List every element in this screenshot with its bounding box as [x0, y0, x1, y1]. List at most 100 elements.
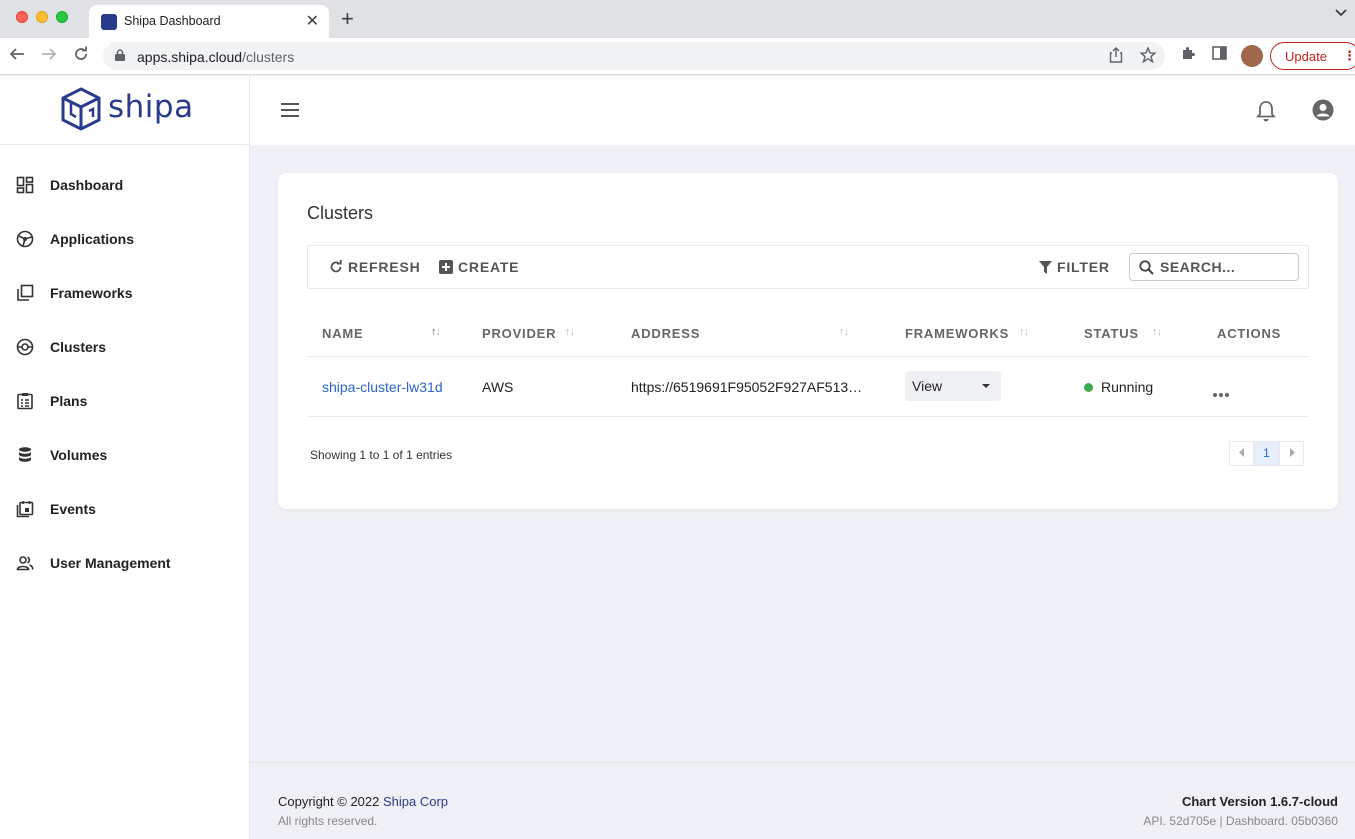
- sidebar-item-label: Events: [50, 501, 96, 517]
- cluster-address: https://6519691F95052F927AF513…: [631, 379, 863, 395]
- tab-list-chevron-icon[interactable]: [1335, 9, 1347, 17]
- chart-version: Chart Version 1.6.7-cloud: [1181, 794, 1338, 809]
- page-title: Clusters: [307, 203, 374, 223]
- forward-arrow-icon[interactable]: [41, 46, 57, 62]
- logo-area[interactable]: shipa: [0, 76, 249, 145]
- create-button[interactable]: CREATE: [439, 259, 519, 275]
- update-button[interactable]: Update ⋮: [1270, 42, 1355, 70]
- create-label: CREATE: [458, 259, 520, 275]
- lock-icon: [115, 49, 125, 61]
- events-icon: [16, 501, 34, 518]
- window-zoom-button[interactable]: [56, 11, 68, 23]
- caret-down-icon: [982, 384, 990, 388]
- add-box-icon: [439, 260, 453, 274]
- browser-toolbar: apps.shipa.cloud/clusters Update ⋮: [0, 38, 1355, 75]
- tab-close-icon[interactable]: ✕: [306, 11, 319, 31]
- refresh-label: REFRESH: [348, 259, 421, 275]
- sidebar-item-label: Clusters: [50, 339, 107, 355]
- profile-avatar[interactable]: [1241, 45, 1263, 67]
- sort-icon[interactable]: ↑↓: [1019, 326, 1029, 338]
- url-text: apps.shipa.cloud/clusters: [137, 49, 294, 65]
- app-header: [250, 76, 1355, 145]
- cluster-name-link[interactable]: shipa-cluster-lw31d: [322, 379, 443, 395]
- shipa-logo-icon: [61, 87, 101, 131]
- sort-icon[interactable]: ↑↓: [565, 326, 575, 338]
- filter-label: FILTER: [1057, 259, 1110, 275]
- search-input[interactable]: [1160, 259, 1290, 275]
- column-header-status[interactable]: STATUS: [1084, 326, 1139, 341]
- frameworks-view-select[interactable]: View: [905, 371, 1001, 401]
- table-header: NAME ↑↓ PROVIDER ↑↓ ADDRESS ↑↓ FRAMEWORK…: [307, 310, 1309, 357]
- table-toolbar: REFRESH CREATE FILTER: [307, 245, 1309, 289]
- back-arrow-icon[interactable]: [9, 46, 25, 62]
- plans-icon: [17, 393, 33, 410]
- search-field[interactable]: [1129, 253, 1299, 281]
- column-header-name[interactable]: NAME: [322, 326, 363, 341]
- sidebar-item-applications[interactable]: Applications: [0, 221, 249, 257]
- sidebar-item-volumes[interactable]: Volumes: [0, 437, 249, 473]
- url-host: apps.shipa.cloud: [137, 49, 243, 65]
- browser-tab[interactable]: Shipa Dashboard ✕: [89, 5, 329, 38]
- sidebar-item-label: Frameworks: [50, 285, 133, 301]
- status-badge: Running: [1101, 379, 1154, 395]
- frameworks-icon: [17, 284, 34, 301]
- reload-icon[interactable]: [73, 46, 89, 62]
- tab-title: Shipa Dashboard: [124, 14, 221, 28]
- window-close-button[interactable]: [16, 11, 28, 23]
- new-tab-button[interactable]: +: [341, 8, 354, 30]
- copyright-prefix: Copyright © 2022: [278, 794, 383, 809]
- shipa-favicon-icon: [101, 14, 117, 30]
- column-header-actions: ACTIONS: [1217, 326, 1282, 341]
- clusters-card: Clusters REFRESH CREATE FILTER NAME ↑↓ P…: [278, 173, 1338, 509]
- applications-icon: [16, 230, 34, 248]
- sidebar-item-label: Applications: [50, 231, 135, 247]
- column-header-address[interactable]: ADDRESS: [631, 326, 700, 341]
- window-minimize-button[interactable]: [36, 11, 48, 23]
- caret-left-icon: [1238, 448, 1244, 457]
- url-path: /clusters: [242, 49, 295, 65]
- clusters-table: NAME ↑↓ PROVIDER ↑↓ ADDRESS ↑↓ FRAMEWORK…: [307, 310, 1309, 417]
- notifications-bell-icon[interactable]: [1256, 100, 1276, 122]
- filter-icon: [1039, 261, 1052, 274]
- user-management-icon: [16, 556, 34, 571]
- sidebar-item-clusters[interactable]: Clusters: [0, 329, 249, 365]
- sidebar-item-dashboard[interactable]: Dashboard: [0, 167, 249, 203]
- volumes-icon: [19, 447, 31, 462]
- sidebar-item-events[interactable]: Events: [0, 491, 249, 527]
- sidebar-item-frameworks[interactable]: Frameworks: [0, 275, 249, 311]
- menu-hamburger-icon[interactable]: [281, 103, 299, 117]
- next-page-button[interactable]: [1279, 441, 1304, 466]
- company-link[interactable]: Shipa Corp: [383, 794, 448, 809]
- account-circle-icon[interactable]: [1312, 99, 1334, 121]
- sidebar-item-user-management[interactable]: User Management: [0, 545, 249, 581]
- refresh-button[interactable]: REFRESH: [329, 259, 421, 275]
- entries-info: Showing 1 to 1 of 1 entries: [310, 448, 453, 462]
- rights-text: All rights reserved.: [278, 814, 378, 828]
- sidebar-item-plans[interactable]: Plans: [0, 383, 249, 419]
- column-header-provider[interactable]: PROVIDER: [482, 326, 556, 341]
- bookmark-star-icon[interactable]: [1140, 47, 1156, 63]
- more-vert-icon: ⋮: [1343, 48, 1355, 63]
- clusters-icon: [16, 338, 34, 356]
- page-button[interactable]: 1: [1254, 441, 1279, 466]
- column-header-frameworks[interactable]: FRAMEWORKS: [905, 326, 1009, 341]
- side-panel-icon[interactable]: [1212, 46, 1227, 60]
- logo-text: shipa: [108, 89, 194, 125]
- copyright: Copyright © 2022 Shipa Corp: [278, 794, 448, 809]
- share-icon[interactable]: [1109, 47, 1123, 63]
- search-icon: [1139, 260, 1154, 275]
- frameworks-view-label: View: [912, 378, 943, 394]
- extensions-puzzle-icon[interactable]: [1181, 46, 1196, 61]
- sort-icon[interactable]: ↑↓: [431, 326, 441, 338]
- address-bar[interactable]: apps.shipa.cloud/clusters: [103, 42, 1165, 70]
- cluster-provider: AWS: [482, 379, 514, 395]
- sidebar-item-label: Volumes: [50, 447, 108, 463]
- previous-page-button[interactable]: [1229, 441, 1254, 466]
- filter-button[interactable]: FILTER: [1039, 259, 1110, 275]
- sort-icon[interactable]: ↑↓: [839, 326, 849, 338]
- page-footer: Copyright © 2022 Shipa Corp All rights r…: [250, 762, 1355, 839]
- sidebar-item-label: Dashboard: [50, 177, 124, 193]
- api-version: API. 52d705e | Dashboard. 05b0360: [1143, 814, 1338, 828]
- more-actions-icon[interactable]: [1213, 384, 1231, 402]
- sort-icon[interactable]: ↑↓: [1152, 326, 1162, 338]
